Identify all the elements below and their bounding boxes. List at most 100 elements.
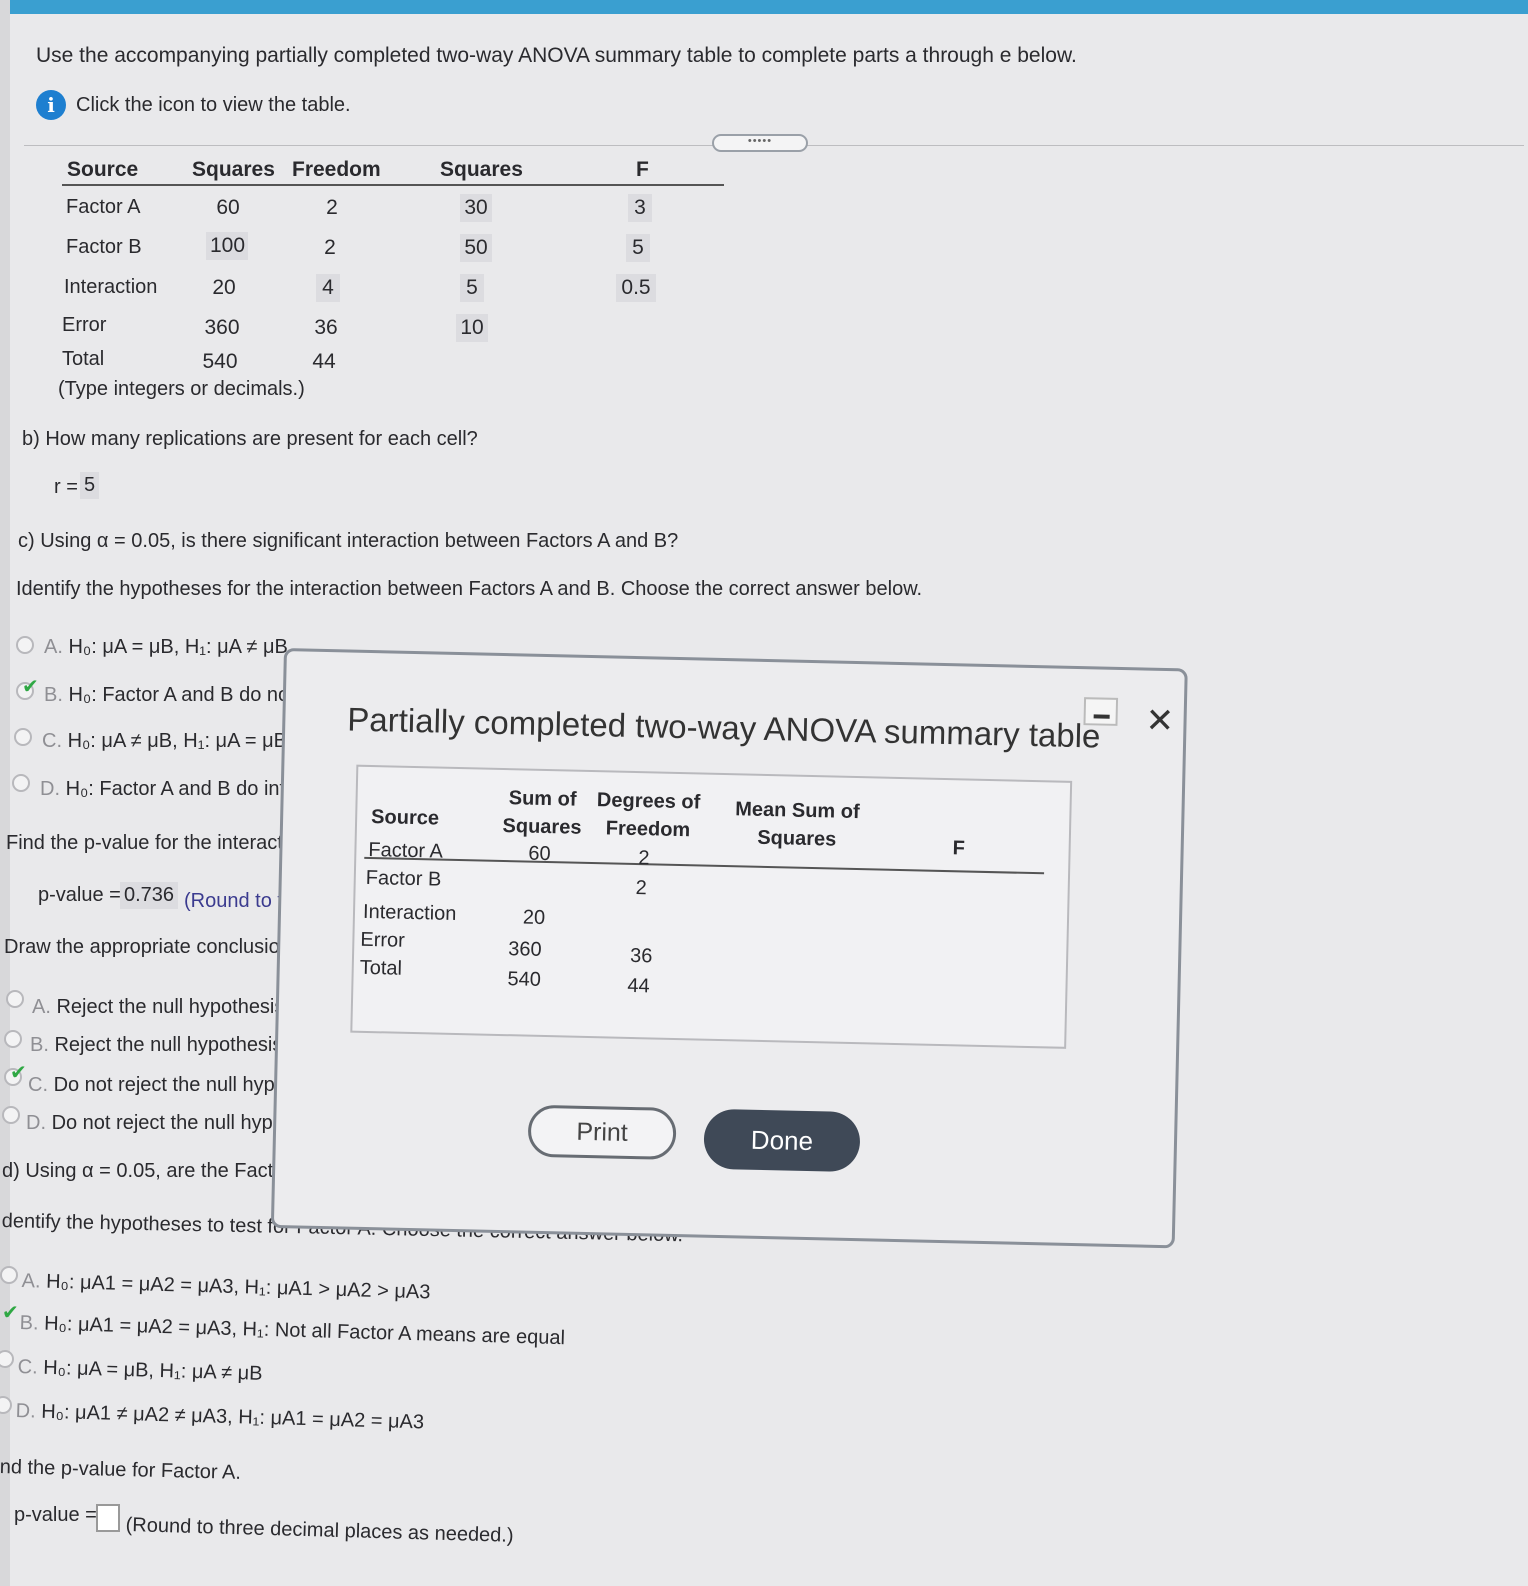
dialog-row-source: Factor B	[365, 866, 442, 891]
part-c-question: c) Using α = 0.05, is there significant …	[18, 530, 679, 552]
close-icon[interactable]: ✕	[1145, 701, 1174, 742]
radio-conclusion-a[interactable]	[6, 990, 24, 1008]
left-edge	[0, 0, 10, 1586]
correct-check-icon: ✔	[22, 676, 39, 698]
dialog-row-source: Total	[359, 956, 403, 980]
radio-conclusion-d[interactable]	[2, 1106, 20, 1124]
cell-df-factor-a: 2	[326, 196, 338, 219]
minimize-icon[interactable]	[1083, 697, 1119, 726]
radio-d-option-d[interactable]	[0, 1396, 12, 1414]
part-c-pvalue-label: p-value =	[38, 884, 121, 906]
cell-ss-total: 540	[202, 350, 238, 373]
answer-ss-factor-b[interactable]: 100	[206, 232, 248, 260]
part-b-answer[interactable]: 5	[80, 472, 100, 499]
part-d-question: d) Using α = 0.05, are the Factor	[2, 1160, 291, 1182]
c-option-b[interactable]: B. H₀: Factor A and B do no	[44, 684, 289, 707]
part-c-prompt: Identify the hypotheses for the interact…	[16, 578, 923, 600]
row-source-error: Error	[62, 314, 107, 336]
dialog-title: Partially completed two-way ANOVA summar…	[346, 700, 1101, 755]
dialog-table-header-rule	[364, 856, 1045, 875]
radio-c-option-c[interactable]	[14, 728, 32, 746]
part-b-label: r =	[54, 476, 78, 498]
top-bar	[0, 0, 1528, 14]
expand-toggle-button[interactable]: •••••	[712, 134, 808, 152]
info-icon[interactable]: i	[36, 90, 66, 120]
radio-d-option-c[interactable]	[0, 1350, 14, 1368]
correct-check-icon: ✔	[2, 1302, 19, 1324]
part-d-pvalue-input[interactable]	[96, 1504, 120, 1532]
part-c-pvalue-note: (Round to t	[184, 890, 283, 912]
answer-ms-factor-b[interactable]: 50	[460, 234, 492, 262]
col-header-df: Freedom	[292, 158, 381, 181]
anova-table-dialog: Partially completed two-way ANOVA summar…	[270, 648, 1188, 1249]
radio-d-option-a[interactable]	[0, 1266, 18, 1284]
col-header-ms: Squares	[440, 158, 523, 181]
answer-ms-interaction[interactable]: 5	[460, 274, 484, 302]
row-source-total: Total	[62, 348, 105, 370]
answer-ms-error[interactable]: 10	[456, 314, 488, 342]
part-d-pvalue-prompt: nd the p-value for Factor A.	[0, 1456, 242, 1484]
dialog-row-source: Factor A	[368, 838, 444, 863]
conclusion-option-d[interactable]: D. Do not reject the null hyp	[26, 1112, 273, 1135]
c-option-c[interactable]: C. H₀: μA ≠ μB, H₁: μA = μB	[42, 730, 287, 753]
conclusion-option-c[interactable]: C. Do not reject the null hyp	[28, 1074, 275, 1097]
answer-f-factor-b[interactable]: 5	[626, 234, 650, 262]
table-note: (Type integers or decimals.)	[58, 378, 305, 400]
dialog-cell-df: 44	[627, 974, 650, 998]
col-header-ss: Squares	[192, 158, 275, 181]
dialog-cell-df: 2	[635, 877, 648, 900]
d-option-a[interactable]: A. H₀: μA1 = μA2 = μA3, H₁: μA1 > μA2 > …	[21, 1270, 430, 1304]
d-option-b[interactable]: B. H₀: μA1 = μA2 = μA3, H₁: Not all Fact…	[19, 1312, 565, 1350]
answer-f-interaction[interactable]: 0.5	[616, 274, 656, 302]
answer-df-interaction[interactable]: 4	[316, 274, 340, 302]
dialog-row-source: Error	[360, 928, 406, 952]
cell-ss-factor-a: 60	[216, 196, 240, 219]
d-option-c[interactable]: C. H₀: μA = μB, H₁: μA ≠ μB	[17, 1356, 263, 1386]
cell-ss-interaction: 20	[212, 276, 236, 299]
radio-c-option-a[interactable]	[16, 636, 34, 654]
dialog-cell-ss: 540	[507, 968, 542, 991]
conclusion-option-b[interactable]: B. Reject the null hypothesis	[30, 1034, 282, 1057]
dialog-col-f: F	[952, 837, 966, 860]
print-button[interactable]: Print	[527, 1104, 677, 1161]
d-option-d[interactable]: D. H₀: μA1 ≠ μA2 ≠ μA3, H₁: μA1 = μA2 = …	[15, 1400, 424, 1434]
answer-f-factor-a[interactable]: 3	[628, 194, 652, 222]
cell-df-error: 36	[314, 316, 338, 339]
part-c-pvalue-answer[interactable]: 0.736	[120, 882, 179, 909]
row-source-factor-a: Factor A	[66, 196, 141, 218]
part-d-pvalue-note: (Round to three decimal places as needed…	[125, 1514, 514, 1547]
dialog-col-ms: Mean Sum of Squares	[734, 798, 860, 851]
dialog-cell-df: 2	[638, 847, 650, 870]
dialog-row-source: Interaction	[362, 900, 457, 925]
dialog-cell-ss: 60	[528, 842, 551, 866]
dialog-cell-ss: 360	[507, 938, 542, 961]
instructions-text: Use the accompanying partially completed…	[36, 44, 1077, 67]
info-link-text[interactable]: Click the icon to view the table.	[76, 94, 351, 117]
row-source-interaction: Interaction	[64, 276, 158, 298]
part-c-conclusion-prompt: Draw the appropriate conclusion	[4, 936, 291, 958]
cell-df-factor-b: 2	[324, 236, 336, 259]
dialog-cell-ss: 20	[522, 906, 546, 929]
conclusion-option-a[interactable]: A. Reject the null hypothesis	[32, 996, 284, 1019]
cell-df-total: 44	[312, 350, 336, 373]
row-source-factor-b: Factor B	[66, 236, 142, 258]
table-header-rule	[62, 184, 724, 186]
done-button[interactable]: Done	[703, 1108, 861, 1173]
cell-ss-error: 360	[204, 316, 240, 339]
col-header-f: F	[636, 158, 649, 181]
c-option-a[interactable]: A. H₀: μA = μB, H₁: μA ≠ μB	[44, 636, 288, 659]
dialog-cell-df: 36	[629, 944, 653, 968]
dialog-col-source: Source	[370, 806, 440, 830]
part-c-pvalue-prompt: Find the p-value for the interactio	[6, 832, 299, 854]
part-d-pvalue-label: p-value =	[14, 1504, 97, 1526]
answer-ms-factor-a[interactable]: 30	[460, 194, 492, 222]
col-header-source: Source	[67, 158, 139, 181]
part-b-question: b) How many replications are present for…	[22, 428, 478, 450]
dialog-col-df: Degrees of Freedom	[596, 789, 701, 842]
correct-check-icon: ✔	[10, 1062, 27, 1084]
radio-conclusion-b[interactable]	[4, 1030, 22, 1048]
radio-c-option-d[interactable]	[12, 774, 30, 792]
dialog-table: Source Sum of Squares Degrees of Freedom…	[350, 764, 1073, 1049]
c-option-d[interactable]: D. H₀: Factor A and B do int	[40, 778, 285, 801]
dialog-col-ss: Sum of Squares	[502, 787, 582, 839]
